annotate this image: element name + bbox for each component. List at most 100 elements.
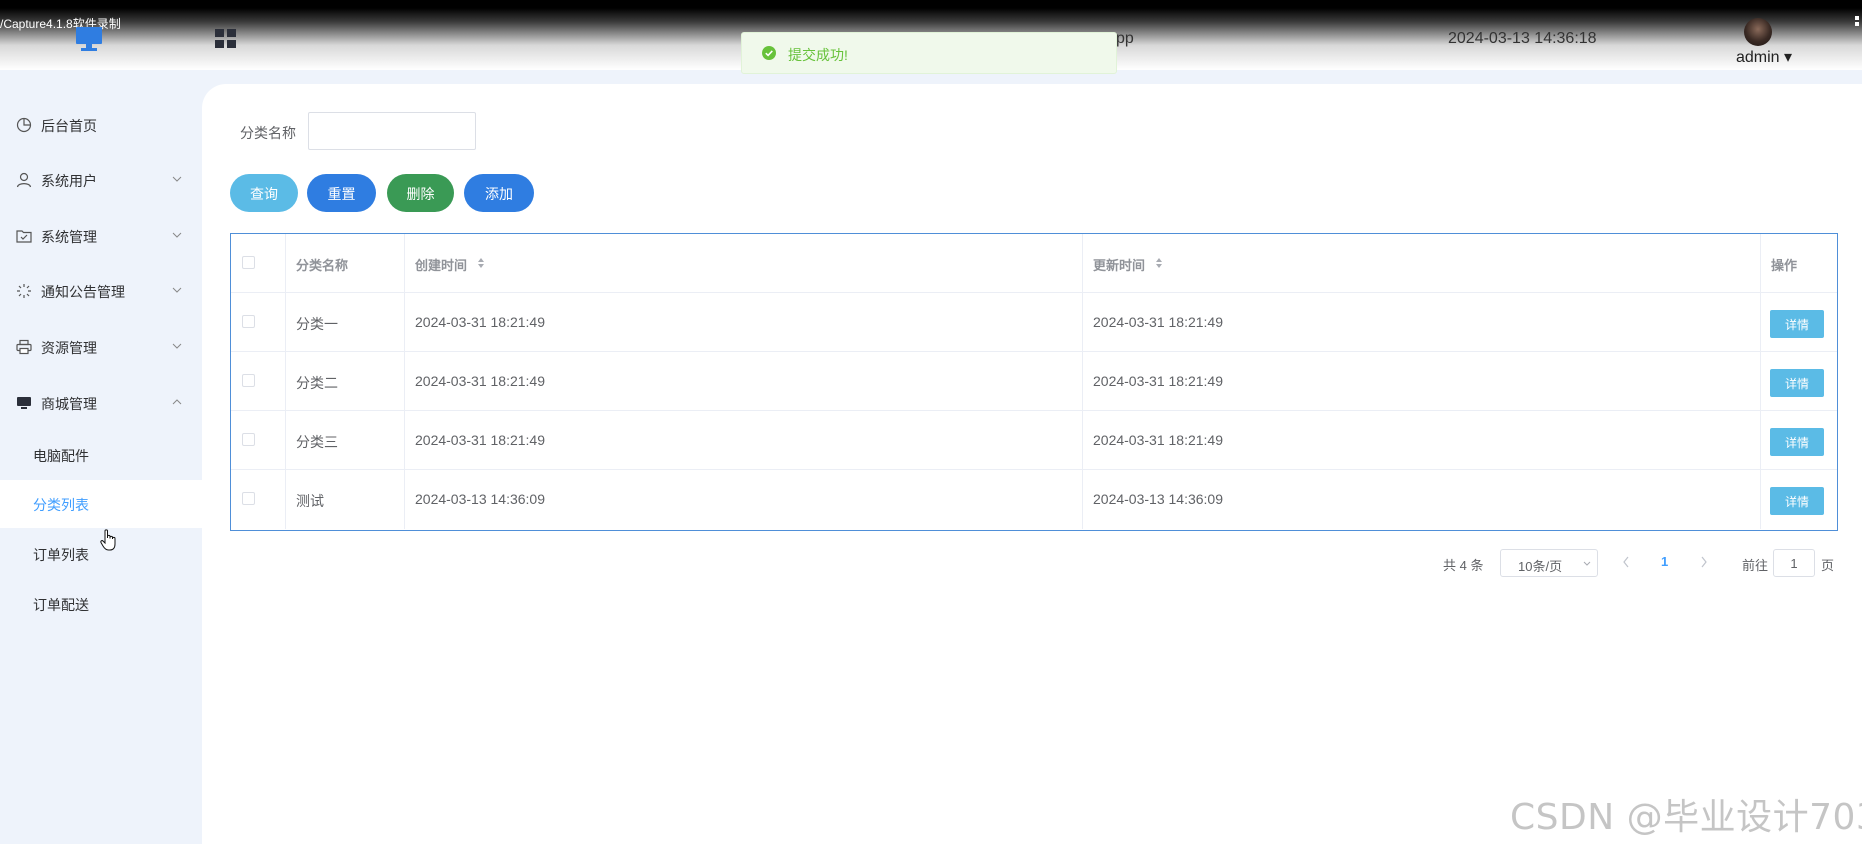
header-cell: 操作 [1761,234,1837,292]
cell-name: 分类一 [286,293,405,351]
search-label: 分类名称 [240,125,296,141]
sidebar-item-label: 通知公告管理 [41,284,125,300]
sidebar-item-mall-management[interactable]: 商城管理 [0,375,202,429]
sidebar-subitem-label: 订单配送 [33,597,89,613]
sidebar-subitem-order-delivery[interactable]: 订单配送 [0,580,202,628]
more-icon[interactable] [1855,16,1859,30]
app-title: pp [1116,30,1134,47]
row-checkbox[interactable] [242,492,255,505]
monitor-logo-icon [76,27,102,51]
row-checkbox[interactable] [242,433,255,446]
cell-text: 分类一 [296,316,338,332]
cell-actions: 详情 [1761,411,1837,469]
cell-text: 2024-03-31 18:21:49 [1093,432,1223,448]
row-select-cell [231,293,286,351]
row-checkbox[interactable] [242,315,255,328]
detail-button[interactable]: 详情 [1770,310,1824,338]
cell-text: 2024-03-13 14:36:09 [1093,491,1223,507]
user-menu[interactable]: admin ▾ [1736,47,1792,67]
query-button[interactable]: 查询 [230,174,298,212]
success-toast: 提交成功! [741,32,1117,74]
avatar[interactable] [1744,18,1772,46]
sidebar-subitem-label: 电脑配件 [33,448,89,464]
watermark: CSDN @毕业设计703 [1510,797,1862,838]
table-header: 分类名称 创建时间 更新时间 操作 [231,234,1837,293]
cell-text: 2024-03-31 18:21:49 [1093,373,1223,389]
grid-menu-icon[interactable] [214,28,238,50]
cell-updated: 2024-03-31 18:21:49 [1083,352,1761,410]
pagination-total: 共 4 条 [1443,558,1484,573]
header-cell[interactable]: 更新时间 [1083,234,1761,292]
page-size-value: 10条/页 [1518,559,1563,574]
current-datetime: 2024-03-13 14:36:18 [1448,30,1597,47]
sort-icon[interactable] [1155,256,1163,270]
sidebar-subitem-category-list[interactable]: 分类列表 [0,480,202,528]
row-select-cell [231,411,286,469]
chevron-down-icon [172,176,182,182]
sidebar: 后台首页 系统用户 系统管理 通知公告管理 资源管理 商城管理 电脑配件 分类列… [0,78,202,844]
cell-actions: 详情 [1761,352,1837,410]
goto-label: 前往 [1742,558,1769,573]
add-button[interactable]: 添加 [464,174,534,212]
cell-text: 测试 [296,493,324,509]
page-number[interactable]: 1 [1661,554,1668,569]
column-header-name: 分类名称 [296,258,349,273]
sidebar-subitem-computer-parts[interactable]: 电脑配件 [0,431,202,479]
column-header-updated: 更新时间 [1093,258,1146,273]
sidebar-item-notice-management[interactable]: 通知公告管理 [0,263,202,317]
delete-button[interactable]: 删除 [387,174,454,212]
sidebar-item-label: 后台首页 [41,118,97,134]
sidebar-item-dashboard[interactable]: 后台首页 [0,97,202,151]
cell-created: 2024-03-31 18:21:49 [405,352,1083,410]
goto-page-input[interactable] [1773,549,1815,577]
cell-actions: 详情 [1761,293,1837,351]
cell-text: 2024-03-31 18:21:49 [1093,314,1223,330]
prev-page-icon[interactable] [1622,556,1630,568]
cell-text: 2024-03-31 18:21:49 [415,432,545,448]
cell-text: 2024-03-13 14:36:09 [415,491,545,507]
row-checkbox[interactable] [242,374,255,387]
header-cell: 分类名称 [286,234,405,292]
detail-button[interactable]: 详情 [1770,428,1824,456]
category-table: 分类名称 创建时间 更新时间 操作 分类一 2024-03-31 18:21:4… [230,233,1838,531]
select-all-checkbox[interactable] [242,256,255,269]
cell-text: 2024-03-31 18:21:49 [415,314,545,330]
cell-updated: 2024-03-13 14:36:09 [1083,470,1761,529]
monitor-icon [17,397,31,409]
table-row: 测试 2024-03-13 14:36:09 2024-03-13 14:36:… [231,470,1837,529]
cell-text: 分类二 [296,375,338,391]
printer-icon [16,339,32,355]
header-cell[interactable]: 创建时间 [405,234,1083,292]
sidebar-item-system-users[interactable]: 系统用户 [0,152,202,206]
folder-check-icon [16,230,32,243]
table-row: 分类一 2024-03-31 18:21:49 2024-03-31 18:21… [231,293,1837,352]
page-size-select[interactable]: 10条/页 [1500,549,1598,577]
cell-text: 分类三 [296,434,338,450]
sidebar-item-resource-management[interactable]: 资源管理 [0,319,202,373]
chevron-down-icon [172,343,182,349]
cell-actions: 详情 [1761,470,1837,529]
sidebar-item-system-management[interactable]: 系统管理 [0,208,202,262]
header-select-cell [231,234,286,292]
pie-chart-icon [16,117,32,133]
detail-button[interactable]: 详情 [1770,487,1824,515]
column-header-actions: 操作 [1771,258,1798,273]
hand-cursor-icon [100,529,116,551]
chevron-down-icon [1583,561,1591,566]
chevron-down-icon [172,287,182,293]
reset-button[interactable]: 重置 [307,174,376,212]
check-circle-icon [762,46,776,60]
category-name-input[interactable] [308,112,476,150]
sort-icon[interactable] [477,256,485,270]
toast-message: 提交成功! [788,47,848,63]
cell-text: 2024-03-31 18:21:49 [415,373,545,389]
cell-name: 测试 [286,470,405,529]
sidebar-item-label: 商城管理 [41,396,97,412]
next-page-icon[interactable] [1700,556,1708,568]
cell-created: 2024-03-31 18:21:49 [405,293,1083,351]
sidebar-item-label: 系统管理 [41,229,97,245]
cell-created: 2024-03-13 14:36:09 [405,470,1083,529]
detail-button[interactable]: 详情 [1770,369,1824,397]
window-top-edge [0,0,1862,8]
sidebar-subitem-label: 分类列表 [33,497,89,513]
